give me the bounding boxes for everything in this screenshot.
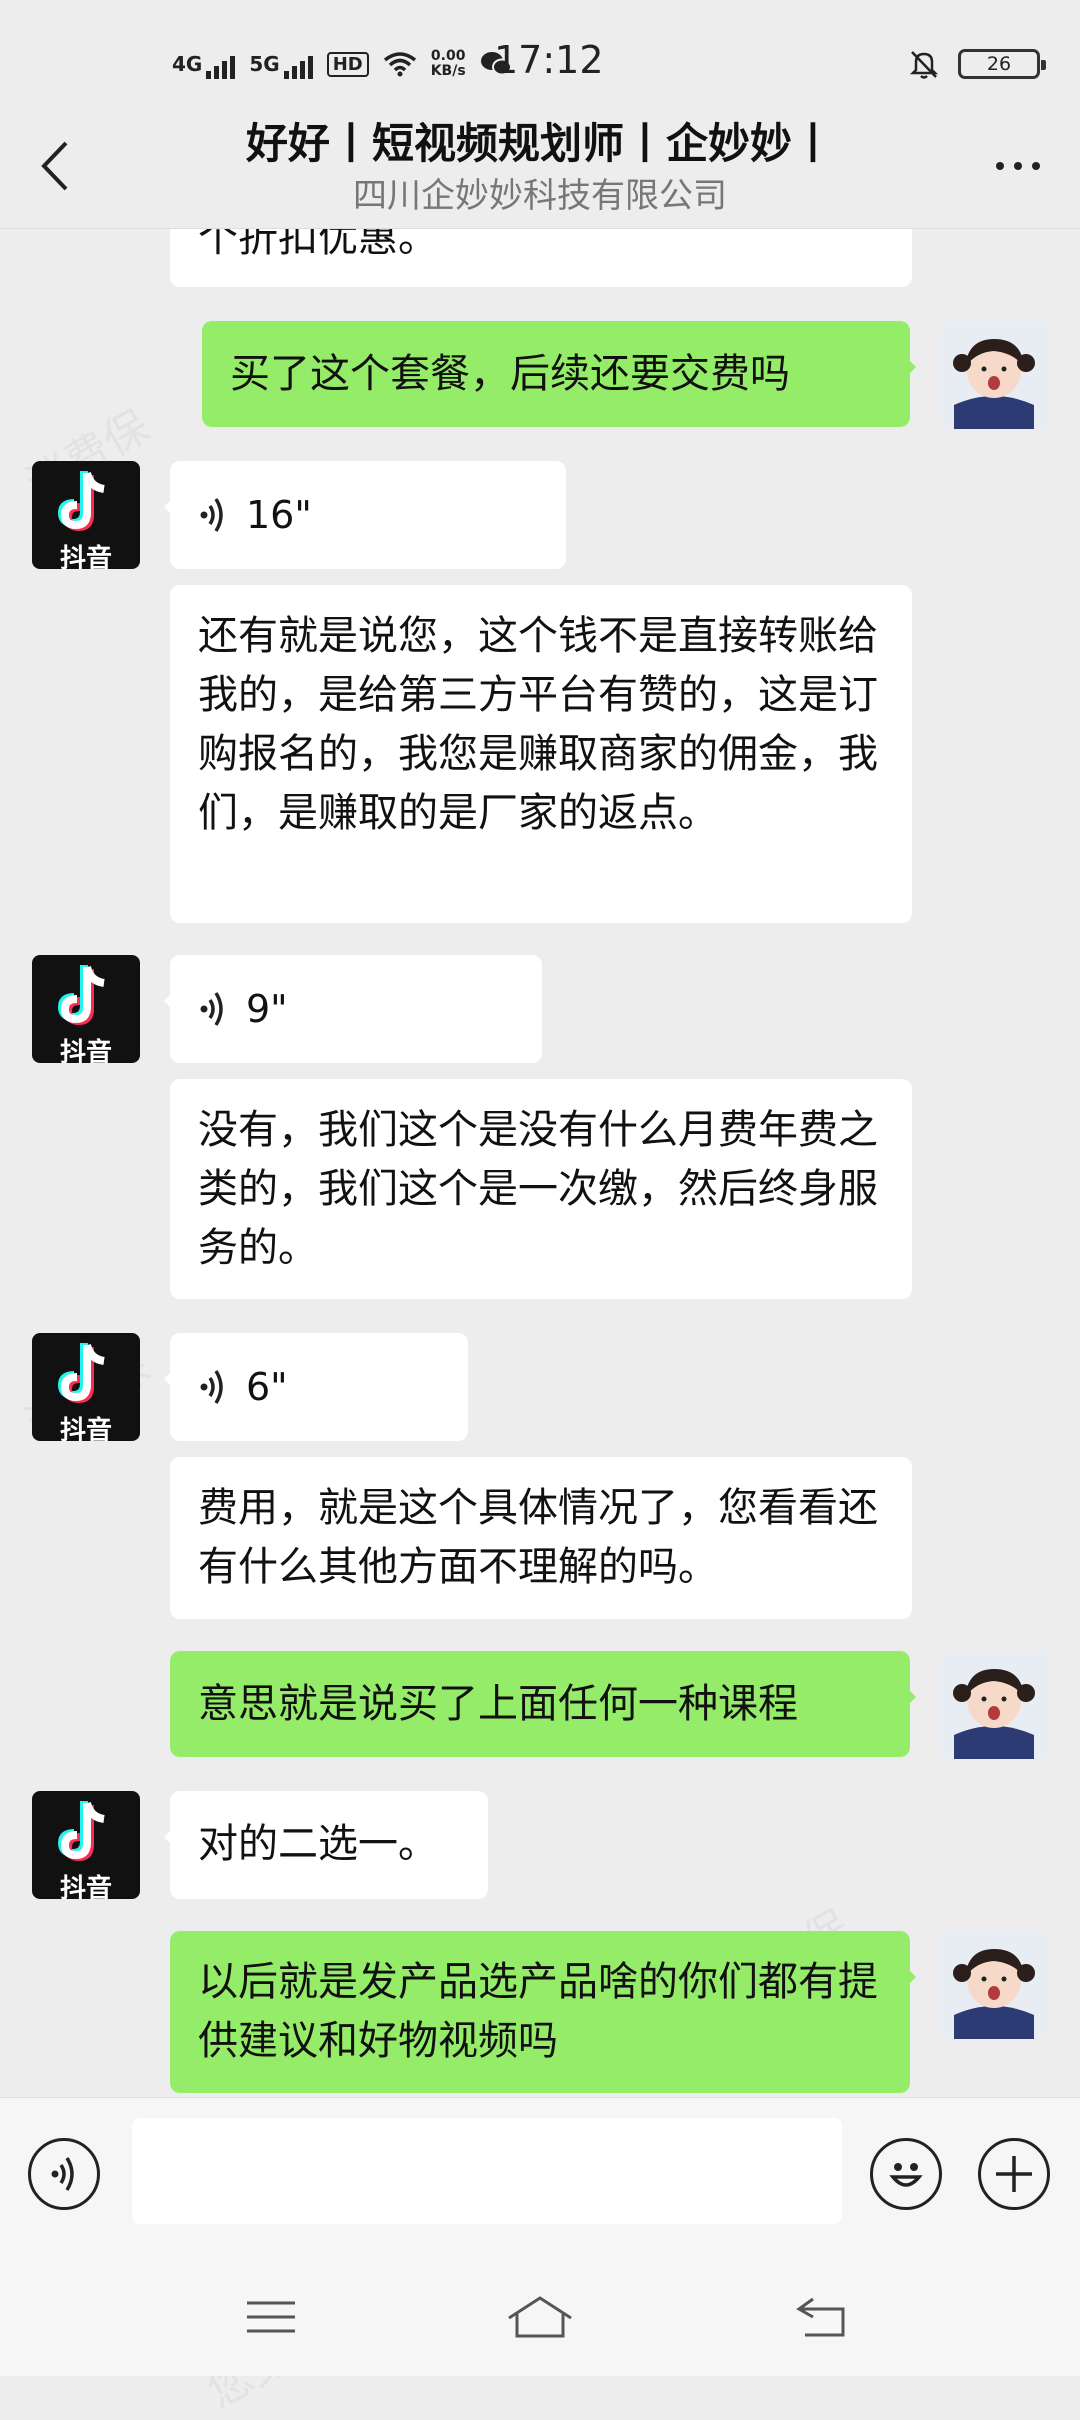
user-avatar[interactable] xyxy=(940,1931,1048,2039)
voice-duration: 9" xyxy=(246,986,288,1031)
contact-avatar[interactable]: 抖音 xyxy=(32,1333,140,1441)
voice-duration: 6" xyxy=(246,1364,288,1409)
voice-message[interactable]: 16" xyxy=(164,461,566,569)
user-avatar-image xyxy=(940,321,1048,429)
douyin-logo-icon xyxy=(57,471,105,532)
message-text: 费用，就是这个具体情况了，您看看还有什么其他方面不理解的吗。 xyxy=(198,1485,878,1590)
chat-header: 好好丨短视频规划师丨企妙妙丨 四川企妙妙科技有限公司 xyxy=(0,100,1080,228)
status-left: 4G 5G HD 0.00 KB/s xyxy=(172,44,512,84)
back-button[interactable] xyxy=(30,136,80,196)
network-speed: 0.00 KB/s xyxy=(431,49,466,79)
cell-signal-1: 4G xyxy=(172,49,236,79)
voice-duration: 16" xyxy=(246,492,312,537)
message-bubble-incoming[interactable]: 没有，我们这个是没有什么月费年费之类的，我们这个是一次缴，然后终身服务的。 xyxy=(170,1079,912,1299)
message-bubble-incoming[interactable]: 个折扣优惠。 xyxy=(170,229,912,287)
voice-wave-icon xyxy=(200,1370,223,1404)
voice-wave-icon xyxy=(200,498,223,532)
menu-nav-button[interactable] xyxy=(236,2287,306,2347)
battery-icon: 26 xyxy=(958,49,1046,79)
emoji-button[interactable] xyxy=(870,2138,942,2210)
message-bubble-incoming[interactable]: 还有就是说您，这个钱不是直接转账给我的，是给第三方平台有赞的，这是订购报名的，我… xyxy=(170,585,912,923)
home-icon xyxy=(508,2296,572,2338)
message-text: 以后就是发产品选产品啥的你们都有提供建议和好物视频吗 xyxy=(198,1959,878,2064)
message-text: 意思就是说买了上面任何一种课程 xyxy=(198,1681,798,1727)
back-nav-icon xyxy=(796,2297,845,2337)
douyin-label: 抖音 xyxy=(59,1038,112,1063)
bell-mute-icon xyxy=(909,51,939,79)
network-type-label: 4G xyxy=(172,52,203,76)
plus-button[interactable] xyxy=(978,2138,1050,2210)
network-type-label: 5G xyxy=(249,52,280,76)
status-right: 26 xyxy=(908,44,1046,84)
douyin-label: 抖音 xyxy=(59,1874,112,1899)
chat-title: 好好丨短视频规划师丨企妙妙丨 xyxy=(245,119,834,168)
user-avatar-image xyxy=(940,1651,1048,1759)
back-nav-button[interactable] xyxy=(786,2287,856,2347)
status-time: 17:12 xyxy=(494,38,604,82)
user-avatar[interactable] xyxy=(940,321,1048,429)
battery-level: 26 xyxy=(986,53,1012,75)
signal-bars-icon xyxy=(206,49,236,79)
cell-signal-2: 5G xyxy=(249,49,313,79)
home-nav-button[interactable] xyxy=(505,2287,575,2347)
more-button[interactable] xyxy=(986,136,1050,196)
user-avatar-image xyxy=(940,1931,1048,2039)
system-nav-bar xyxy=(0,2257,1080,2376)
message-text: 还有就是说您，这个钱不是直接转账给我的，是给第三方平台有赞的，这是订购报名的，我… xyxy=(198,613,878,836)
voice-wave-icon xyxy=(51,2157,74,2191)
chat-subtitle: 四川企妙妙科技有限公司 xyxy=(353,176,727,216)
voice-message[interactable]: 6" xyxy=(164,1333,468,1441)
emoji-icon xyxy=(889,2163,923,2187)
message-bubble-incoming[interactable]: 费用，就是这个具体情况了，您看看还有什么其他方面不理解的吗。 xyxy=(170,1457,912,1619)
speed-value: 0.00 xyxy=(430,48,466,64)
hd-icon: HD xyxy=(326,51,369,77)
speed-unit: KB/s xyxy=(430,63,466,79)
douyin-logo-icon xyxy=(57,1801,105,1862)
wifi-icon xyxy=(383,52,416,77)
chat-area[interactable]: 个折扣优惠。 买了这个套餐，后续还要交费吗 抖音 16" 还有就是说您，这个钱不… xyxy=(0,229,1080,2097)
message-text: 买了这个套餐，后续还要交费吗 xyxy=(230,351,790,397)
more-dots-icon xyxy=(996,162,1004,170)
voice-message[interactable]: 9" xyxy=(164,955,542,1063)
douyin-logo-icon xyxy=(57,965,105,1026)
message-text: 没有，我们这个是没有什么月费年费之类的，我们这个是一次缴，然后终身服务的。 xyxy=(198,1107,878,1271)
message-bubble-outgoing[interactable]: 意思就是说买了上面任何一种课程 xyxy=(170,1651,916,1757)
more-dot xyxy=(1032,162,1040,170)
douyin-label: 抖音 xyxy=(59,1416,112,1441)
douyin-label: 抖音 xyxy=(59,544,112,569)
message-bubble-outgoing[interactable]: 以后就是发产品选产品啥的你们都有提供建议和好物视频吗 xyxy=(170,1931,916,2093)
plus-icon xyxy=(996,2156,1032,2192)
message-text: 个折扣优惠。 xyxy=(198,229,438,261)
message-text: 对的二选一。 xyxy=(198,1821,438,1867)
douyin-logo-icon xyxy=(57,1343,105,1404)
voice-wave-icon xyxy=(200,992,223,1026)
contact-avatar[interactable]: 抖音 xyxy=(32,955,140,1063)
message-bubble-outgoing[interactable]: 买了这个套餐，后续还要交费吗 xyxy=(202,321,916,427)
user-avatar[interactable] xyxy=(940,1651,1048,1759)
signal-bars-icon xyxy=(283,49,313,79)
voice-input-button[interactable] xyxy=(28,2138,100,2210)
more-dot xyxy=(1014,162,1022,170)
message-bubble-incoming[interactable]: 对的二选一。 xyxy=(164,1791,488,1899)
contact-avatar[interactable]: 抖音 xyxy=(32,1791,140,1899)
back-arrow-icon xyxy=(41,141,68,191)
message-input[interactable] xyxy=(132,2118,842,2224)
input-bar xyxy=(0,2097,1080,2258)
contact-avatar[interactable]: 抖音 xyxy=(32,461,140,569)
menu-icon xyxy=(247,2301,295,2333)
